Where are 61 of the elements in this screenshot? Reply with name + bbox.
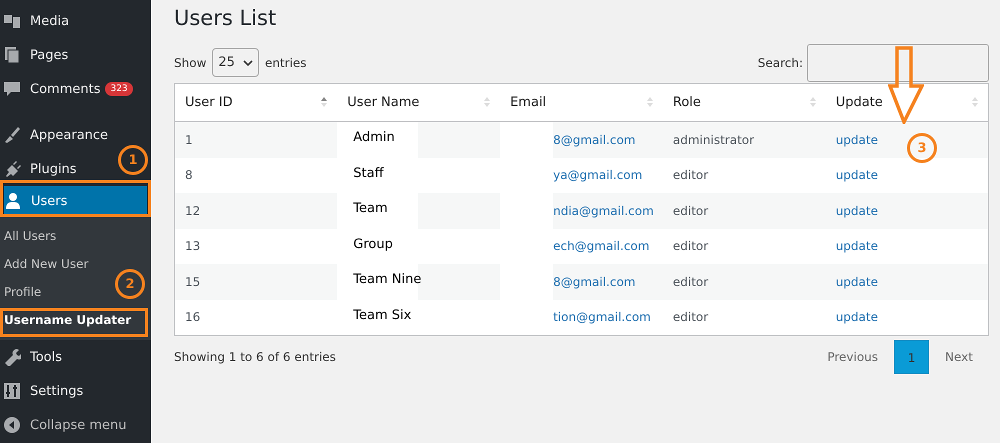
- menu-item[interactable]: Media: [0, 4, 74, 38]
- entries-label: entries: [264, 56, 307, 70]
- table-cell: 1: [174, 122, 338, 158]
- user-icon: [4, 192, 22, 210]
- pages-icon: [3, 46, 21, 64]
- table-cell: 12: [174, 193, 338, 228]
- table-info: Showing 1 to 6 of 6 entries: [174, 350, 336, 364]
- search-field[interactable]: [807, 44, 989, 82]
- update-link[interactable]: update: [836, 204, 878, 218]
- wrench-icon: [3, 348, 21, 366]
- table-cell: 13: [174, 228, 338, 264]
- menu-item[interactable]: Plugins: [0, 152, 81, 186]
- email-link[interactable]: ech@gmail.com: [553, 239, 650, 254]
- step-marker: 2: [115, 269, 145, 299]
- show-label: Show: [174, 56, 206, 70]
- table-cell: Team: [337, 193, 418, 228]
- collapse-icon: [3, 416, 21, 434]
- update-link[interactable]: update: [836, 132, 878, 147]
- submenu-item[interactable]: All Users: [0, 222, 60, 250]
- table-cell: editor: [662, 228, 826, 264]
- table-cell: editor: [662, 264, 826, 300]
- table-cell: 16: [174, 300, 338, 336]
- search-label: Search:: [758, 56, 803, 70]
- step-marker: 1: [118, 145, 148, 175]
- menu-item[interactable]: Tools: [0, 340, 66, 374]
- table-cell: administrator: [662, 122, 826, 158]
- table-cell: Admin: [337, 122, 418, 158]
- menu-item[interactable]: Appearance: [0, 118, 112, 152]
- table-cell: 8: [174, 158, 338, 193]
- page-title: Users List: [174, 5, 278, 32]
- menu-item[interactable]: Settings: [0, 374, 88, 408]
- update-link[interactable]: update: [836, 310, 878, 324]
- count-badge: 323: [105, 82, 133, 96]
- media-icon: [3, 12, 21, 30]
- table-cell: Team Nine: [337, 264, 418, 300]
- menu-item[interactable]: Pages: [0, 38, 72, 72]
- table-cell: editor: [662, 158, 826, 193]
- menu-item[interactable]: Comments 323: [0, 72, 137, 106]
- table-cell: 15: [174, 264, 338, 300]
- paintbrush-icon: [3, 126, 21, 144]
- email-link[interactable]: tion@gmail.com: [553, 310, 651, 324]
- next-button[interactable]: Next: [929, 340, 989, 374]
- menu-item[interactable]: Collapse menu: [0, 408, 131, 442]
- menu-item[interactable]: Users: [4, 186, 147, 216]
- submenu-item[interactable]: Profile: [0, 278, 46, 306]
- step-marker: 3: [907, 133, 937, 163]
- email-link[interactable]: ya@gmail.com: [553, 168, 642, 182]
- page-length-select[interactable]: 25: [212, 48, 259, 77]
- plug-icon: [3, 160, 21, 178]
- submenu-item[interactable]: Add New User: [0, 250, 92, 278]
- update-link[interactable]: update: [836, 239, 878, 254]
- submenu-item[interactable]: Username Updater: [0, 306, 136, 334]
- table-cell: editor: [662, 193, 826, 228]
- page-button[interactable]: 1: [894, 340, 930, 374]
- chevron-down-icon: [242, 58, 253, 66]
- table-cell: editor: [662, 300, 826, 336]
- update-link[interactable]: update: [836, 274, 878, 289]
- previous-button[interactable]: Previous: [811, 340, 894, 374]
- update-link[interactable]: update: [836, 168, 878, 182]
- sliders-icon: [3, 382, 21, 400]
- speech-bubble-icon: [3, 80, 21, 98]
